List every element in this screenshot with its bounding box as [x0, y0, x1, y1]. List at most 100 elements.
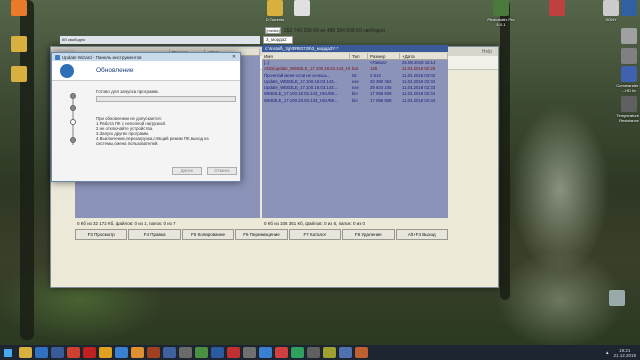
app-icon[interactable]	[307, 347, 320, 358]
app-icon[interactable]	[227, 347, 240, 358]
fkey-button[interactable]: F8 Удаление	[342, 229, 395, 240]
column-header-type[interactable]: Тип	[350, 53, 368, 59]
app-icon[interactable]	[291, 347, 304, 358]
desktop-icon[interactable]: Photomatix Pro 5.0.1	[484, 0, 518, 27]
step-dot	[70, 137, 76, 143]
desktop-icon[interactable]	[600, 290, 634, 307]
right-status-bar: 0 Кб из 106 351 Кб, файлов: 0 из 6, папо…	[264, 221, 366, 226]
app-icon	[11, 0, 27, 16]
desktop-icon-label: SONY	[605, 17, 617, 22]
desktop-icon-label: Commander 2 ...HD fix	[616, 83, 640, 93]
media-player-icon[interactable]	[35, 347, 48, 358]
chrome-icon[interactable]	[67, 347, 80, 358]
step-dot	[70, 93, 76, 99]
clock-date: 21.12.2019	[613, 352, 636, 358]
app-icon	[621, 66, 637, 82]
taskbar: ▲ 19:21 21.12.2019	[0, 345, 640, 360]
wizard-buttons: Далее Отмена	[172, 167, 237, 175]
cell-size: 17 096 928	[370, 97, 392, 103]
desktop-icon[interactable]	[612, 48, 640, 65]
app-icon[interactable]	[115, 347, 128, 358]
commander-icon[interactable]	[51, 347, 64, 358]
chrome-icon[interactable]	[99, 347, 112, 358]
app-icon[interactable]	[163, 347, 176, 358]
fkey-button[interactable]: F3 Просмотр	[75, 229, 128, 240]
fkey-button[interactable]: F4 Правка	[128, 229, 181, 240]
clock[interactable]: 19:21 21.12.2019	[613, 348, 636, 358]
desktop-icon[interactable]	[612, 0, 640, 17]
file-row[interactable]: WEB3LE_17.100.18.03.143_HSUNK... bin 17 09…	[262, 98, 448, 104]
folder-icon	[267, 0, 283, 16]
app-icon	[493, 0, 509, 16]
help-menu[interactable]: Help	[482, 49, 492, 55]
app-icon[interactable]	[211, 347, 224, 358]
desktop-icon-label: Temperature - Resistance	[616, 113, 640, 123]
desktop-icon[interactable]	[612, 28, 640, 45]
app-icon[interactable]	[147, 347, 160, 358]
right-folder-tab[interactable]: 3_морда2	[263, 36, 293, 44]
start-button[interactable]	[0, 345, 16, 360]
app-icon[interactable]	[355, 347, 368, 358]
step-dot	[70, 105, 76, 111]
column-header-size[interactable]: Размер	[368, 53, 400, 59]
opera-icon[interactable]	[83, 347, 96, 358]
wizard-app-icon	[55, 54, 60, 60]
column-header-date[interactable]: +Дата	[400, 53, 448, 59]
desktop-icon[interactable]	[285, 0, 319, 17]
wizard-title: Update Wizard - Панель инструментов	[62, 54, 142, 60]
app-icon	[621, 28, 637, 44]
desktop-icon-label: Photomatix Pro 5.0.1	[487, 17, 515, 27]
next-button[interactable]: Далее	[172, 167, 202, 175]
wallpaper-tree-trunk	[500, 0, 510, 300]
desktop-icon[interactable]: Temperature - Resistance	[612, 96, 640, 123]
drive-select-button[interactable]: [media]	[265, 27, 281, 34]
file-explorer-icon[interactable]	[19, 347, 32, 358]
desktop-icon[interactable]: Commander 2 ...HD fix	[612, 66, 640, 93]
cancel-button[interactable]: Отмена	[207, 167, 237, 175]
wizard-body: Готово для запуска программ. При обновле…	[96, 89, 238, 146]
app-icon[interactable]	[275, 347, 288, 358]
wizard-heading: Обновление	[96, 67, 134, 74]
column-header-name[interactable]: Имя	[262, 53, 350, 59]
app-icon	[621, 96, 637, 112]
fkey-button[interactable]: Alt+F4 Выход	[395, 229, 448, 240]
cell-type: bin	[352, 97, 358, 103]
windows-logo-icon	[4, 348, 12, 357]
folder-icon	[11, 36, 27, 52]
left-status-bar: 0 Кб из 32 172 Кб, файлов: 0 из 1, папок…	[77, 221, 176, 226]
app-icon[interactable]	[179, 347, 192, 358]
desktop-icon[interactable]	[2, 0, 36, 17]
wizard-titlebar[interactable]: Update Wizard - Панель инструментов ✕	[52, 53, 240, 61]
system-tray: ▲ 19:21 21.12.2019	[605, 345, 636, 360]
folder-icon	[11, 66, 27, 82]
close-icon[interactable]: ✕	[228, 54, 240, 61]
ready-text: Готово для запуска программ.	[96, 89, 159, 94]
fkey-button[interactable]: F7 Каталог	[288, 229, 342, 240]
right-file-panel[interactable]: Имя Тип Размер +Дата [..] <Папка> 25.08.20…	[262, 53, 448, 218]
wizard-logo-icon	[60, 64, 74, 78]
left-free-space: Кб свободно	[60, 36, 260, 44]
network-icon[interactable]: ▲	[605, 350, 609, 355]
desktop-icon[interactable]	[2, 36, 36, 53]
fkey-button[interactable]: F6 Перемещение	[235, 229, 288, 240]
document-icon	[294, 0, 310, 16]
app-icon[interactable]	[195, 347, 208, 358]
recycle-bin-icon	[609, 290, 625, 306]
fkey-button[interactable]: F5 Копирование	[181, 229, 235, 240]
app-icon[interactable]	[131, 347, 144, 358]
app-icon[interactable]	[323, 347, 336, 358]
function-key-bar: F3 Просмотр F4 Правка F5 Копирование F6 Пер…	[75, 229, 448, 240]
right-drive-info: [media] 252 749 296 Кб из 488 384 508 Кб…	[265, 26, 448, 35]
app-icon	[621, 48, 637, 64]
desktop-icon-label: D:Torrents	[265, 17, 285, 22]
right-panel-header: Имя Тип Размер +Дата	[262, 53, 448, 60]
desktop-icon[interactable]	[540, 0, 574, 17]
app-icon[interactable]	[259, 347, 272, 358]
wizard-banner: Обновление	[52, 61, 240, 81]
desktop-icon[interactable]	[2, 66, 36, 83]
app-icon[interactable]	[243, 347, 256, 358]
app-icon[interactable]	[339, 347, 352, 358]
cell-date: 11.04.2018 02:34	[402, 97, 436, 103]
wizard-step-indicator	[68, 93, 78, 153]
right-path-bar[interactable]: c:\Install\_3g\ФЯ93729\3_морда2\*.*	[262, 45, 448, 52]
